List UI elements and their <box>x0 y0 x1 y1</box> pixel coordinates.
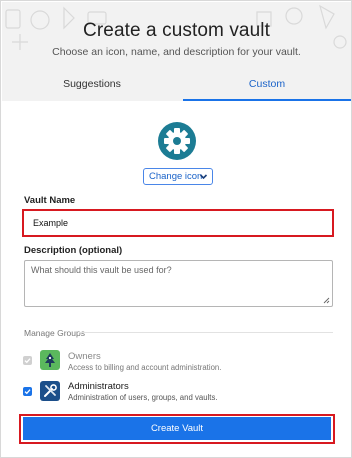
chevron-down-icon <box>199 174 208 180</box>
owners-group-name: Owners <box>68 351 101 362</box>
tab-custom[interactable]: Custom <box>183 68 351 101</box>
administrators-checkbox[interactable] <box>23 387 32 396</box>
page-title: Create a custom vault <box>83 20 270 41</box>
page-subtitle: Choose an icon, name, and description fo… <box>52 46 301 58</box>
description-textarea[interactable]: What should this vault be used for? <box>24 260 333 307</box>
description-placeholder: What should this vault be used for? <box>31 265 172 275</box>
description-label: Description (optional) <box>24 245 123 256</box>
owners-tree-icon <box>40 350 60 370</box>
administrators-group-name: Administrators <box>68 381 129 392</box>
tab-suggestions[interactable]: Suggestions <box>2 68 182 101</box>
create-vault-button[interactable]: Create Vault <box>23 417 331 440</box>
manage-groups-label: Manage Groups <box>24 328 85 338</box>
change-icon-button[interactable]: Change icon <box>143 168 213 185</box>
tab-bar: Suggestions Custom <box>2 68 351 101</box>
checkmark-icon <box>24 358 31 364</box>
vault-name-input[interactable]: Example <box>22 209 334 237</box>
owners-group-description: Access to billing and account administra… <box>68 363 222 372</box>
resize-handle-icon[interactable] <box>323 297 330 304</box>
administrators-tools-icon <box>40 381 60 401</box>
section-divider <box>79 332 333 333</box>
administrators-group-description: Administration of users, groups, and vau… <box>68 393 218 402</box>
create-vault-dialog: Create a custom vault Choose an icon, na… <box>0 0 352 458</box>
vault-icon <box>158 122 196 160</box>
dialog-header: Create a custom vault Choose an icon, na… <box>2 2 351 68</box>
owners-checkbox <box>23 356 32 365</box>
checkmark-icon <box>24 389 31 395</box>
gear-icon <box>164 128 190 154</box>
change-icon-label: Change icon <box>149 171 203 182</box>
vault-name-label: Vault Name <box>24 195 76 206</box>
